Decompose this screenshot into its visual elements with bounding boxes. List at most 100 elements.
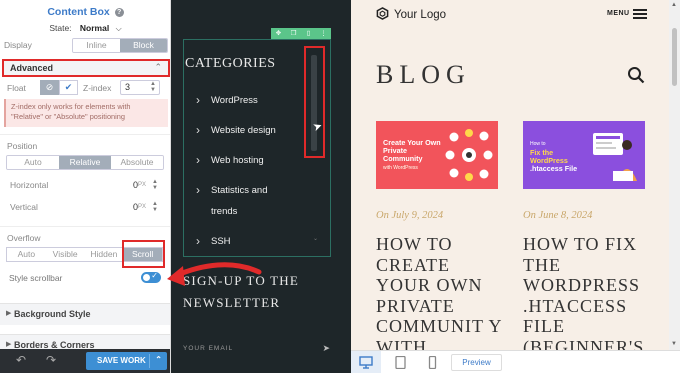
- stepper-icon[interactable]: ▲ ▼: [150, 81, 156, 93]
- preview-button[interactable]: Preview: [451, 354, 502, 371]
- annotation-arrow: [167, 262, 262, 286]
- zindex-value: 3: [125, 82, 131, 92]
- menu-label[interactable]: MENU: [607, 10, 630, 17]
- overflow-hidden-option[interactable]: Hidden: [85, 248, 124, 261]
- scrollbar-thumb[interactable]: [672, 28, 677, 86]
- element-toolbar: ✥ ❐ ▯ ⋮: [271, 28, 331, 39]
- post-date: On June 8, 2024: [523, 210, 593, 221]
- site-logo[interactable]: Your Logo: [376, 7, 446, 21]
- logo-text: Your Logo: [394, 9, 447, 21]
- email-input[interactable]: YOUR EMAIL ➤: [183, 343, 331, 354]
- chevron-right-icon: ▶: [6, 310, 12, 317]
- display-block-option[interactable]: Block: [120, 39, 167, 52]
- thumbnail-subtitle: with WordPress: [383, 165, 418, 171]
- chevron-down-icon[interactable]: ⌵: [116, 24, 122, 34]
- thumbnail-title: Fix the WordPress .htaccess File: [530, 149, 582, 173]
- bottom-toolbar: ↶ ↷ SAVE WORK ⌃: [0, 349, 170, 373]
- mobile-icon[interactable]: [417, 351, 447, 373]
- device-preview-bar: Preview: [351, 350, 680, 373]
- thumbnail-title: Create Your Own Private Community: [383, 138, 441, 163]
- category-link[interactable]: Statistics and: [196, 183, 267, 197]
- newsletter-line-2: NEWSLETTER: [183, 295, 281, 310]
- dark-preview: ✥ ❐ ▯ ⋮ CATEGORIES WordPress Website des…: [171, 0, 351, 373]
- zindex-note: Z-index only works for elements with "Re…: [4, 99, 168, 127]
- overflow-auto-option[interactable]: Auto: [7, 248, 46, 261]
- state-value[interactable]: Normal: [80, 23, 109, 33]
- stepper-icon[interactable]: ▲ ▼: [152, 179, 158, 191]
- state-label: State:: [49, 23, 72, 33]
- more-icon[interactable]: ⋮: [316, 28, 331, 39]
- chevron-up-icon[interactable]: ⌃: [154, 62, 162, 73]
- duplicate-icon[interactable]: ❐: [286, 28, 301, 39]
- category-link[interactable]: Web hosting: [196, 153, 264, 167]
- check-icon: ✓: [151, 271, 158, 280]
- style-scrollbar-toggle[interactable]: ✓: [141, 271, 161, 283]
- scroll-up-icon[interactable]: ▲: [671, 2, 677, 8]
- category-link[interactable]: WordPress: [196, 93, 258, 107]
- undo-icon[interactable]: ↶: [16, 353, 26, 367]
- thumbnail-title-b: .htaccess File: [530, 164, 578, 173]
- display-inline-option[interactable]: Inline: [73, 39, 120, 52]
- position-auto-option[interactable]: Auto: [7, 156, 59, 169]
- position-toggle: Auto Relative Absolute: [6, 155, 164, 170]
- community-illustration: [445, 129, 493, 181]
- state-selector[interactable]: State: Normal ⌵: [0, 23, 170, 34]
- display-label: Display: [4, 40, 32, 50]
- hamburger-icon[interactable]: [633, 9, 647, 19]
- background-style-section[interactable]: ▶ Background Style: [0, 303, 170, 325]
- category-link[interactable]: Website design: [196, 123, 276, 137]
- advanced-label: Advanced: [10, 63, 54, 73]
- display-toggle: Inline Block: [72, 38, 168, 53]
- search-icon[interactable]: [627, 66, 645, 84]
- blog-preview: Your Logo MENU BLOG Create Your Own Priv…: [351, 0, 680, 373]
- post-thumbnail[interactable]: How to Fix the WordPress .htaccess File: [523, 121, 645, 189]
- laptop-illustration: [593, 133, 637, 181]
- divider: [0, 226, 170, 227]
- overflow-visible-option[interactable]: Visible: [46, 248, 85, 261]
- settings-panel: Content Box ? State: Normal ⌵ Display In…: [0, 0, 171, 373]
- check-icon[interactable]: ✔: [59, 80, 78, 95]
- overflow-label: Overflow: [7, 233, 41, 243]
- help-icon[interactable]: ?: [114, 8, 124, 17]
- blog-heading: BLOG: [376, 60, 471, 89]
- chevron-up-icon[interactable]: ⌃: [155, 355, 162, 364]
- redo-icon[interactable]: ↷: [46, 353, 56, 367]
- position-relative-option[interactable]: Relative: [59, 156, 111, 169]
- float-label: Float: [7, 83, 26, 93]
- vertical-unit: PX: [137, 204, 146, 210]
- send-icon[interactable]: ➤: [322, 343, 331, 354]
- logo-icon: [376, 7, 389, 20]
- post-title[interactable]: HOW TO CREATE YOUR OWN PRIVATE COMMUNIT …: [376, 234, 506, 357]
- scroll-down-icon[interactable]: ▼: [671, 341, 677, 347]
- move-icon[interactable]: ✥: [271, 28, 286, 39]
- horizontal-label: Horizontal: [10, 180, 49, 190]
- chevron-right-icon: ▶: [6, 341, 12, 348]
- vertical-field[interactable]: Vertical 0 PX ▲ ▼: [6, 198, 162, 218]
- desktop-icon[interactable]: [351, 351, 381, 373]
- zindex-input[interactable]: 3 ▲ ▼: [120, 80, 160, 95]
- post-title[interactable]: HOW TO FIX THE WORDPRESS .HTACCESS FILE …: [523, 234, 653, 357]
- tablet-icon[interactable]: [385, 351, 415, 373]
- thumbnail-pretitle: How to: [530, 141, 546, 147]
- vertical-label: Vertical: [10, 202, 38, 212]
- divider: [0, 134, 170, 135]
- scroll-highlight: [122, 240, 165, 268]
- category-link[interactable]: trends: [211, 206, 237, 217]
- page-scrollbar[interactable]: ▲ ▼: [669, 0, 680, 350]
- horizontal-field[interactable]: Horizontal 0 PX ▲ ▼: [6, 176, 162, 196]
- background-style-label: Background Style: [14, 309, 91, 319]
- delete-icon[interactable]: ▯: [301, 28, 316, 39]
- category-link[interactable]: SSH: [196, 234, 230, 248]
- save-work-button[interactable]: SAVE WORK ⌃: [86, 352, 167, 370]
- position-absolute-option[interactable]: Absolute: [111, 156, 163, 169]
- ban-icon[interactable]: ⊘: [40, 80, 59, 95]
- position-label: Position: [7, 141, 38, 151]
- panel-title-text: Content Box: [47, 6, 110, 18]
- horizontal-unit: PX: [137, 182, 146, 188]
- thumbnail-title-a: Fix the WordPress: [530, 148, 568, 165]
- stepper-icon[interactable]: ▲ ▼: [152, 201, 158, 213]
- post-thumbnail[interactable]: Create Your Own Private Community with W…: [376, 121, 498, 189]
- advanced-section-header[interactable]: Advanced ⌃: [2, 59, 170, 77]
- email-placeholder: YOUR EMAIL: [183, 345, 234, 352]
- categories-title: CATEGORIES: [185, 56, 276, 71]
